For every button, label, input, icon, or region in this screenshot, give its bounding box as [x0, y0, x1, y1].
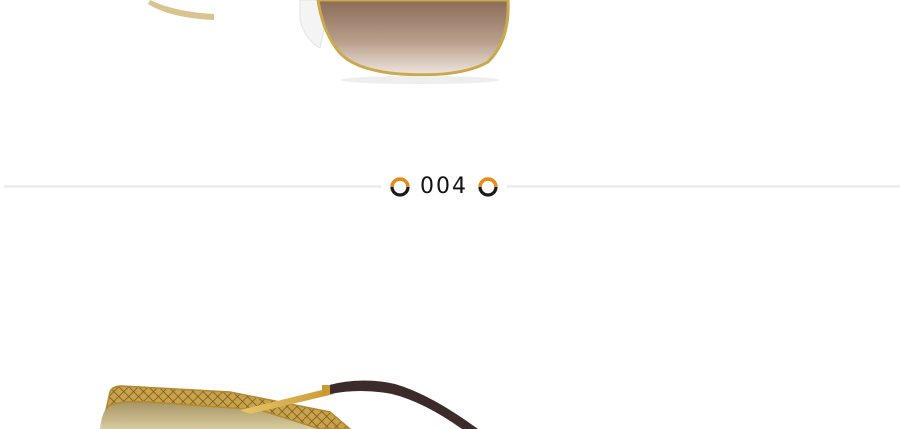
sunglasses-bottom-image [100, 380, 478, 429]
product-detail-page: 004 [0, 0, 900, 429]
